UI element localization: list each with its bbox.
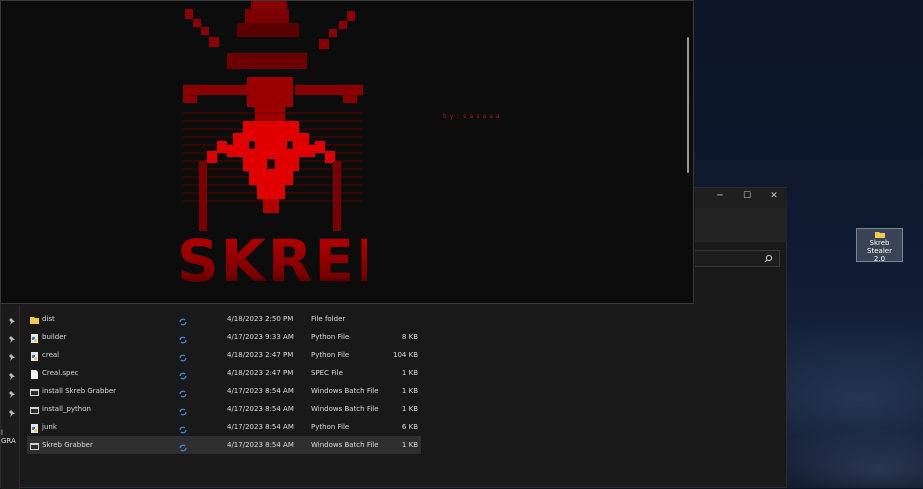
file-size: 1 KB [401, 369, 418, 377]
file-row[interactable]: Skreb Grabber 4/17/2023 8:54 AM Windows Ba… [27, 436, 421, 454]
file-type: File folder [311, 315, 346, 323]
explorer-titlebar: ─ ☐ ✕ [695, 188, 787, 208]
file-date: 4/17/2023 9:33 AM [227, 333, 294, 341]
python-file-icon [30, 332, 39, 343]
maximize-icon[interactable]: ☐ [740, 191, 754, 201]
file-type: SPEC File [311, 369, 343, 377]
file-row[interactable]: dist 4/18/2023 2:50 PM File folder [27, 310, 421, 328]
close-icon[interactable]: ✕ [767, 191, 781, 201]
file-name: install Skreb Grabber [42, 387, 117, 395]
file-row[interactable]: creal 4/18/2023 2:47 PM Python File 104 KB [27, 346, 421, 364]
navigation-pane: l GRA [1, 305, 20, 489]
pin-icon[interactable] [7, 391, 15, 399]
file-size: 1 KB [401, 441, 418, 449]
nav-item-label[interactable]: l GRA [1, 429, 19, 445]
minimize-icon[interactable]: ─ [713, 191, 727, 201]
desktop-icon-label-line2: 2.0 [873, 255, 886, 263]
skull-ascii-art: SKREB [177, 1, 367, 286]
file-date: 4/17/2023 8:54 AM [227, 405, 294, 413]
folder-icon [874, 232, 885, 238]
file-name: Creal.spec [42, 369, 79, 377]
file-list: dist 4/18/2023 2:50 PM File folder builder 4… [27, 310, 421, 454]
pin-icon[interactable] [7, 318, 15, 326]
file-type: Windows Batch File [311, 405, 379, 413]
file-type: Python File [311, 423, 350, 431]
file-type: Windows Batch File [311, 441, 379, 449]
pin-icon[interactable] [7, 354, 15, 362]
file-row[interactable]: install_python 4/17/2023 8:54 AM Windows B… [27, 400, 421, 418]
pin-icon[interactable] [7, 410, 15, 418]
console-author-text: by:sasaaa [443, 113, 503, 120]
file-name: dist [42, 315, 55, 323]
file-type: Python File [311, 333, 350, 341]
folder-icon [30, 314, 39, 324]
file-size: 1 KB [401, 405, 418, 413]
file-size: 104 KB [393, 351, 418, 359]
file-name: install_python [42, 405, 91, 413]
file-size: 1 KB [401, 387, 418, 395]
skreb-logo-text: SKREB [177, 227, 367, 286]
search-input[interactable] [695, 250, 780, 267]
python-file-icon [30, 350, 39, 361]
file-date: 4/17/2023 8:54 AM [227, 441, 294, 449]
file-date: 4/17/2023 8:54 AM [227, 423, 294, 431]
file-row[interactable]: Creal.spec 4/18/2023 2:47 PM SPEC File 1 KB [27, 364, 421, 382]
console-window: SKREB by:sasaaa [0, 0, 694, 304]
desktop-icon-label-line1: Skreb Stealer [867, 239, 892, 255]
pin-icon[interactable] [7, 373, 15, 381]
batch-file-icon [30, 386, 39, 396]
batch-file-icon [30, 404, 39, 414]
file-row[interactable]: install Skreb Grabber 4/17/2023 8:54 AM Wi… [27, 382, 421, 400]
file-date: 4/18/2023 2:47 PM [227, 369, 294, 377]
file-name: builder [42, 333, 67, 341]
file-type: Python File [311, 351, 350, 359]
sync-status-icon [179, 441, 187, 459]
desktop-icon-skreb-stealer[interactable]: Skreb Stealer 2.0 [856, 228, 903, 263]
file-type: Windows Batch File [311, 387, 379, 395]
file-date: 4/18/2023 2:47 PM [227, 351, 294, 359]
file-name: junk [42, 423, 57, 431]
file-row[interactable]: junk 4/17/2023 8:54 AM Python File 6 KB [27, 418, 421, 436]
explorer-toolbar [695, 208, 787, 242]
search-icon [764, 254, 773, 263]
file-date: 4/18/2023 2:50 PM [227, 315, 294, 323]
batch-file-icon [30, 440, 39, 450]
file-icon [30, 368, 39, 379]
file-name: creal [42, 351, 60, 359]
python-file-icon [30, 422, 39, 433]
file-size: 6 KB [401, 423, 418, 431]
file-date: 4/17/2023 8:54 AM [227, 387, 294, 395]
pin-icon[interactable] [7, 336, 15, 344]
file-size: 8 KB [401, 333, 418, 341]
file-name: Skreb Grabber [42, 441, 93, 449]
file-row[interactable]: builder 4/17/2023 9:33 AM Python File 8 KB [27, 328, 421, 346]
console-scrollbar[interactable] [687, 37, 689, 173]
